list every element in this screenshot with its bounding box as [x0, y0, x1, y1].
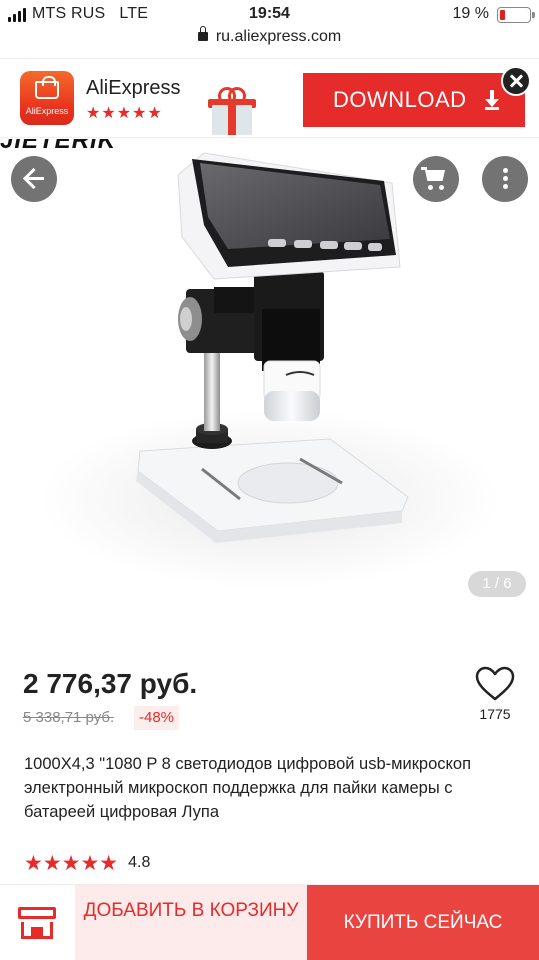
aliexpress-app-icon[interactable]: AliExpress [20, 71, 74, 125]
app-install-banner: AliExpress AliExpress ★★★★★ DOWNLOAD [0, 58, 539, 138]
close-banner-button[interactable] [501, 66, 531, 96]
heart-icon [475, 666, 515, 701]
lock-icon [197, 26, 208, 41]
back-button[interactable] [11, 156, 57, 202]
buy-now-button[interactable]: КУПИТЬ СЕЙЧАС [307, 885, 539, 960]
url-bar[interactable]: ru.aliexpress.com [0, 26, 539, 54]
favorites-count: 1775 [479, 706, 511, 722]
product-title: 1000X4,3 "1080 P 8 светодиодов цифровой … [24, 755, 472, 821]
discount-badge: -48% [134, 706, 180, 730]
battery-icon [497, 7, 535, 23]
add-to-cart-button[interactable]: ДОБАВИТЬ В КОРЗИНУ [75, 885, 307, 960]
download-button[interactable]: DOWNLOAD [303, 73, 525, 127]
product-price: 2 776,37 руб. [23, 668, 198, 699]
product-rating[interactable]: ★★★★★ 4.8 [24, 851, 150, 875]
gift-icon [208, 89, 256, 137]
favorite-button[interactable]: 1775 [472, 666, 518, 726]
image-counter: 1 / 6 [468, 571, 526, 597]
product-image-gallery[interactable]: JIETERIK [0, 139, 539, 609]
download-label: DOWNLOAD [333, 87, 467, 112]
product-image [40, 152, 500, 589]
shopping-bag-icon [35, 76, 59, 99]
original-price: 5 338,71 руб. [23, 709, 115, 726]
battery-percent: 19 % [452, 5, 489, 22]
cart-button[interactable] [413, 156, 459, 202]
rating-value: 4.8 [128, 854, 151, 871]
store-button[interactable] [0, 885, 75, 960]
url-text: ru.aliexpress.com [215, 28, 342, 45]
battery-level [500, 10, 505, 20]
status-bar: MTS RUS LTE 19:54 19 % [0, 0, 539, 30]
more-options-button[interactable] [482, 156, 528, 202]
rating-stars: ★★★★★ [24, 851, 119, 875]
app-name: AliExpress [86, 77, 181, 99]
bottom-action-bar: ДОБАВИТЬ В КОРЗИНУ КУПИТЬ СЕЙЧАС [0, 884, 539, 960]
app-rating-stars: ★★★★★ [86, 105, 163, 122]
